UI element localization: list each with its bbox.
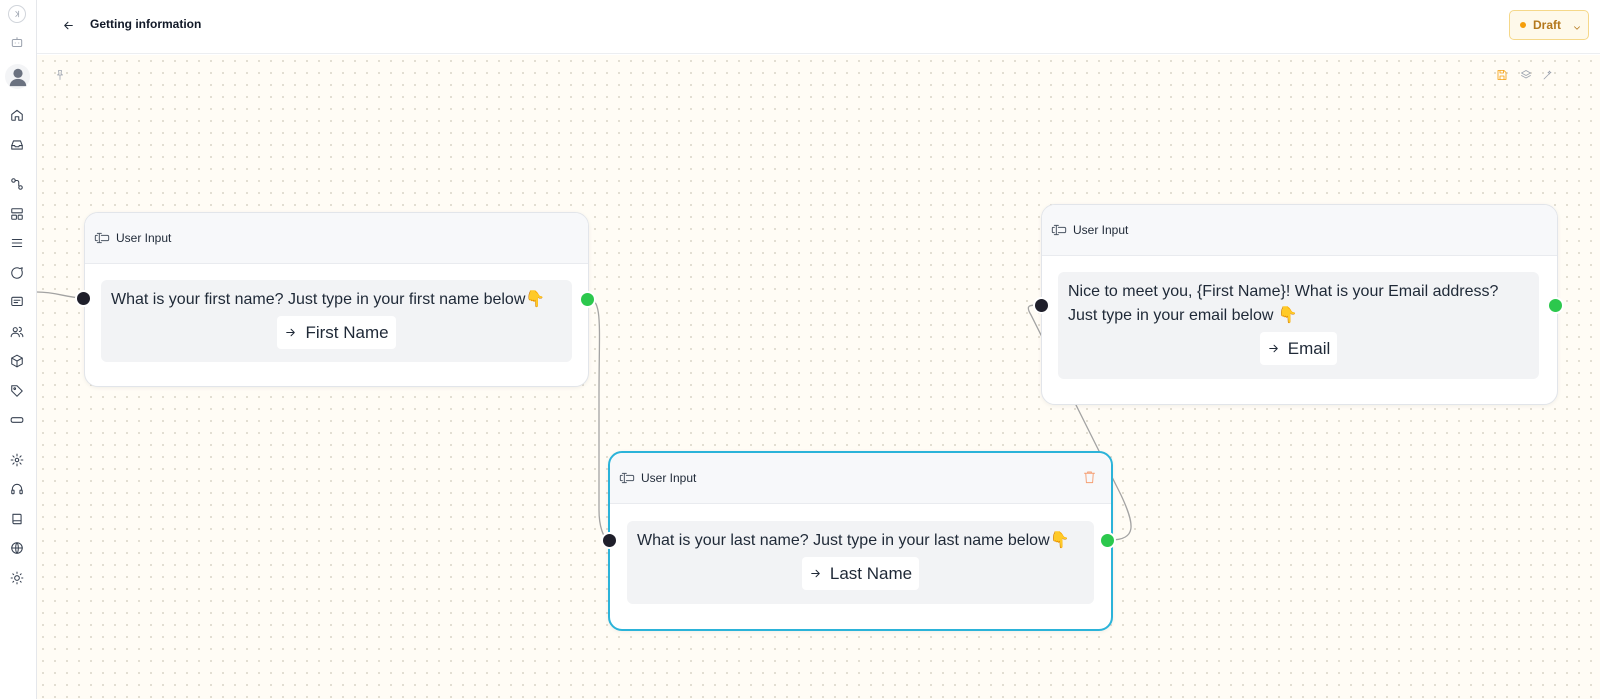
- chat-icon[interactable]: [7, 263, 27, 283]
- back-arrow-icon[interactable]: [59, 16, 77, 34]
- node-user-input-first-name[interactable]: User Input What is your first name? Just…: [75, 212, 596, 387]
- variable-name: First Name: [305, 322, 389, 342]
- status-dot: [1520, 22, 1526, 28]
- input-handle[interactable]: [1033, 297, 1050, 314]
- flow-canvas[interactable]: User Input What is your first name? Just…: [37, 55, 1600, 699]
- inbox-icon[interactable]: [7, 135, 27, 155]
- arrow-right-icon: [811, 569, 820, 578]
- node-message[interactable]: Nice to meet you, {First Name}! What is …: [1058, 272, 1539, 379]
- settings-icon[interactable]: [7, 450, 27, 470]
- output-handle[interactable]: [1099, 532, 1116, 549]
- node-user-input-email[interactable]: User Input Nice to meet you, {First Name…: [1033, 204, 1564, 405]
- variable-chip[interactable]: Email: [1259, 332, 1338, 365]
- output-handle[interactable]: [1547, 297, 1564, 314]
- input-handle[interactable]: [75, 290, 92, 307]
- text-cursor-input-icon: [619, 471, 635, 485]
- variable-name: Email: [1287, 338, 1331, 358]
- node-header-label: User Input: [641, 471, 697, 485]
- text-cursor-input-icon: [94, 231, 110, 245]
- message-icon[interactable]: [7, 292, 27, 312]
- bot-icon[interactable]: [7, 33, 27, 53]
- list-icon[interactable]: [7, 233, 27, 253]
- workflow-icon[interactable]: [7, 174, 27, 194]
- chevron-down-icon: [1572, 20, 1582, 30]
- variable-chip[interactable]: First Name: [277, 316, 396, 349]
- node-header: User Input: [610, 453, 1111, 504]
- node-message[interactable]: What is your last name? Just type in you…: [627, 521, 1094, 604]
- left-sidebar: [0, 0, 37, 699]
- node-message[interactable]: What is your first name? Just type in yo…: [101, 280, 572, 362]
- avatar[interactable]: [5, 64, 30, 89]
- input-icon[interactable]: [7, 410, 27, 430]
- node-header: User Input: [1042, 205, 1557, 256]
- node-header-label: User Input: [1073, 223, 1129, 237]
- support-icon[interactable]: [7, 479, 27, 499]
- node-header-label: User Input: [116, 231, 172, 245]
- question-text: Nice to meet you, {First Name}! What is …: [1068, 283, 1499, 324]
- output-handle[interactable]: [579, 291, 596, 308]
- package-icon[interactable]: [7, 351, 27, 371]
- page-title: Getting information: [90, 17, 202, 31]
- question-text: What is your first name? Just type in yo…: [111, 291, 546, 308]
- top-header: Getting information Draft: [37, 0, 1600, 54]
- trash-icon[interactable]: [1082, 469, 1098, 485]
- globe-icon[interactable]: [7, 538, 27, 558]
- text-cursor-input-icon: [1051, 223, 1067, 237]
- status-label: Draft: [1533, 18, 1562, 32]
- variable-chip[interactable]: Last Name: [801, 557, 920, 590]
- edge-firstname-to-lastname: [587, 298, 611, 541]
- tag-icon[interactable]: [7, 381, 27, 401]
- status-dropdown[interactable]: Draft: [1509, 10, 1589, 40]
- node-user-input-last-name[interactable]: User Input What is your last name? Just …: [601, 451, 1116, 631]
- collapse-sidebar-icon[interactable]: [8, 5, 26, 23]
- book-icon[interactable]: [7, 509, 27, 529]
- contacts-icon[interactable]: [7, 322, 27, 342]
- question-text: What is your last name? Just type in you…: [637, 532, 1070, 549]
- arrow-right-icon: [286, 328, 296, 337]
- arrow-right-icon: [1268, 344, 1278, 353]
- theme-icon[interactable]: [7, 568, 27, 588]
- variable-name: Last Name: [829, 563, 913, 583]
- node-header: User Input: [85, 213, 588, 264]
- templates-icon[interactable]: [7, 204, 27, 224]
- home-icon[interactable]: [7, 105, 27, 125]
- input-handle[interactable]: [601, 532, 618, 549]
